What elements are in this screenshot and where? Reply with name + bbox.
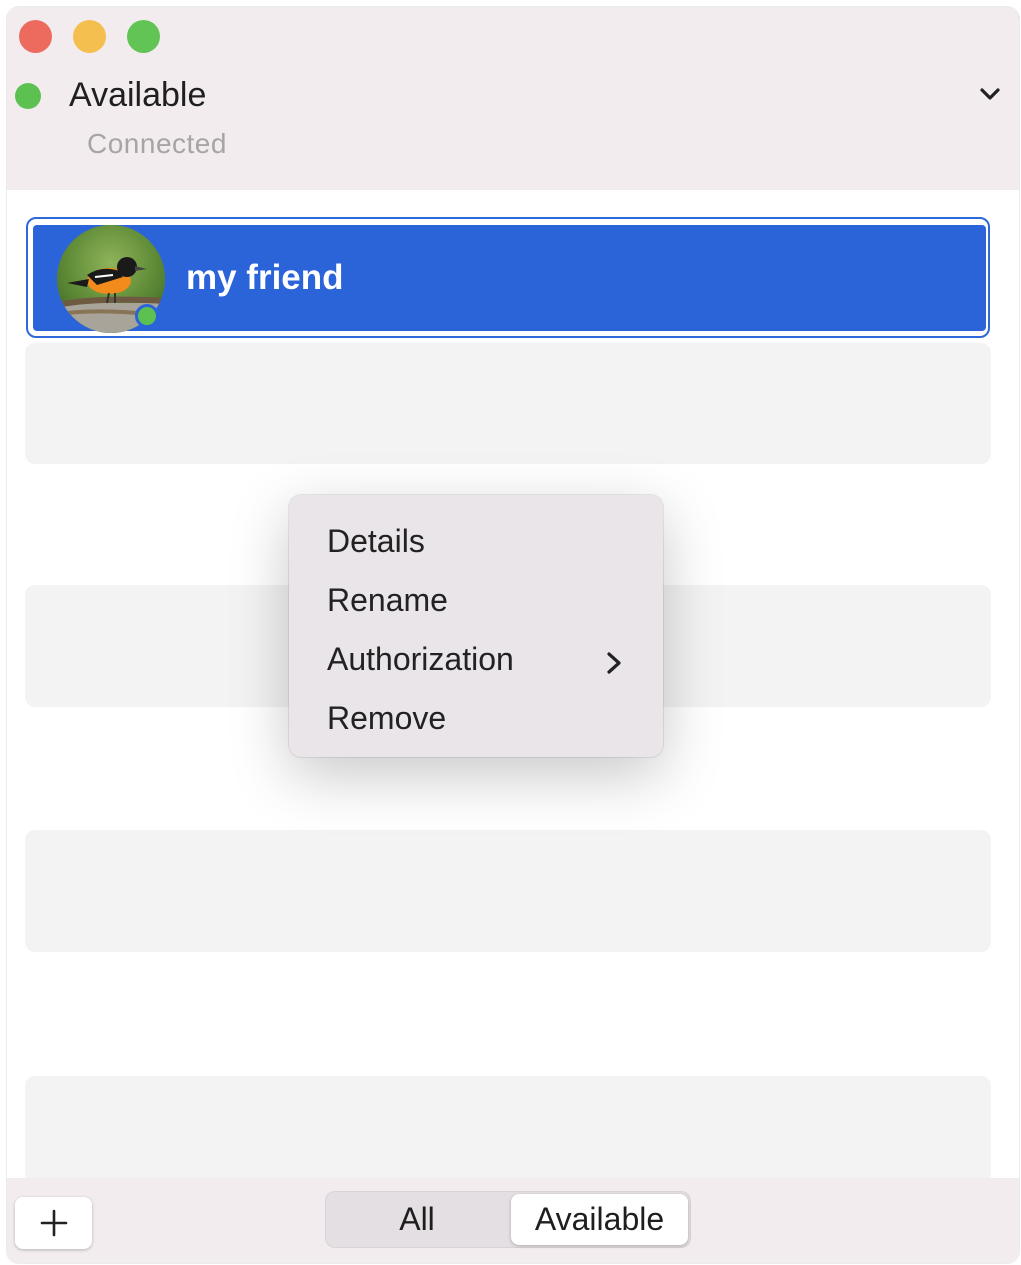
empty-list-row bbox=[25, 343, 991, 464]
contact-row-selected[interactable] bbox=[33, 225, 986, 331]
menu-item-details[interactable]: Details bbox=[327, 523, 425, 560]
filter-all-segment[interactable]: All bbox=[325, 1191, 509, 1248]
add-contact-button[interactable] bbox=[15, 1197, 92, 1249]
zoom-window-button[interactable] bbox=[127, 20, 160, 53]
presence-online-indicator bbox=[135, 304, 159, 328]
menu-item-authorization[interactable]: Authorization bbox=[327, 641, 514, 678]
traffic-lights bbox=[19, 20, 160, 53]
menu-item-rename[interactable]: Rename bbox=[327, 582, 448, 619]
chevron-down-icon[interactable] bbox=[975, 79, 1005, 109]
contacts-window: Available Connected my friend Details Re… bbox=[7, 7, 1019, 1263]
empty-list-row bbox=[25, 830, 991, 952]
minimize-window-button[interactable] bbox=[73, 20, 106, 53]
context-menu: Details Rename Authorization Remove bbox=[289, 495, 663, 757]
chevron-right-icon bbox=[607, 652, 621, 674]
status-label: Available bbox=[69, 76, 207, 114]
header: Available Connected bbox=[7, 7, 1019, 190]
contact-list[interactable]: my friend Details Rename Authorization R… bbox=[7, 190, 1019, 1198]
close-window-button[interactable] bbox=[19, 20, 52, 53]
plus-icon bbox=[40, 1209, 67, 1237]
menu-item-remove[interactable]: Remove bbox=[327, 700, 446, 737]
status-indicator-dot bbox=[15, 83, 41, 109]
filter-available-segment[interactable]: Available bbox=[511, 1194, 688, 1245]
filter-segmented-control[interactable]: All Available bbox=[325, 1191, 691, 1248]
footer-toolbar: All Available bbox=[7, 1178, 1019, 1263]
connection-status-text: Connected bbox=[87, 128, 227, 159]
contact-name: my friend bbox=[186, 258, 344, 297]
status-selector[interactable]: Available bbox=[15, 75, 1005, 115]
